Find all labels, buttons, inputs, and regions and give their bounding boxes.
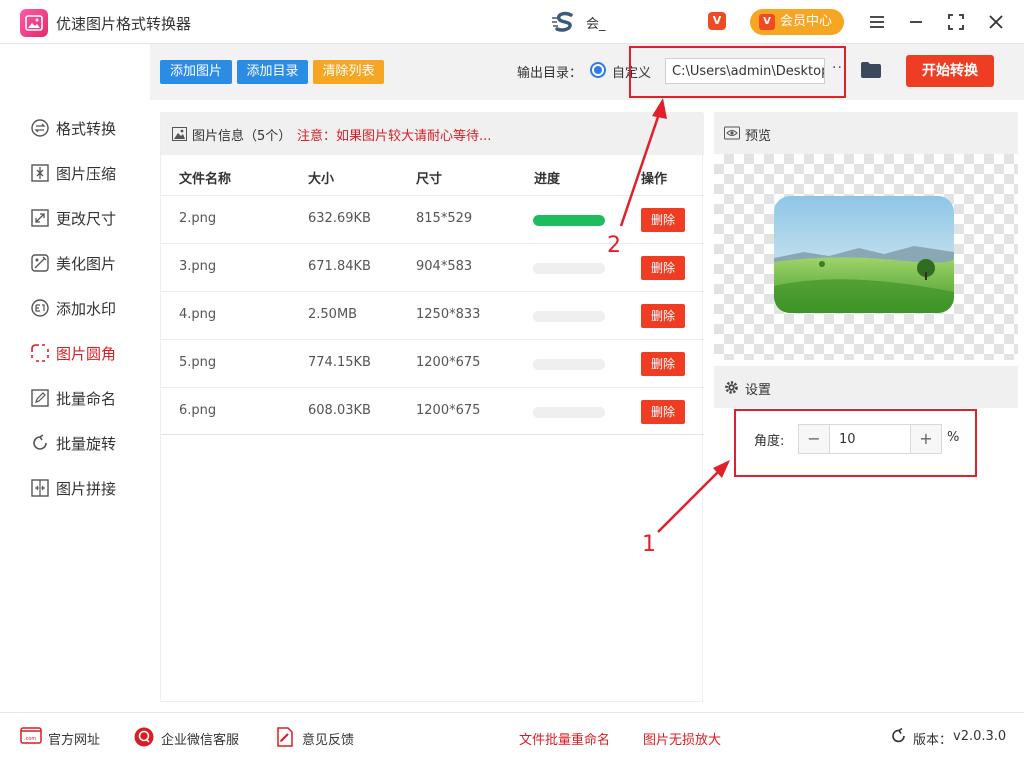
refresh-icon[interactable] <box>890 727 908 749</box>
feedback-link[interactable]: 意见反馈 <box>302 729 354 748</box>
annotation-number-2: 2 <box>607 233 621 258</box>
annotation-arrows <box>619 98 730 533</box>
website-icon: .com <box>20 727 42 749</box>
svg-text:.com: .com <box>24 736 36 742</box>
lossless-enlarge-link[interactable]: 图片无损放大 <box>643 729 721 748</box>
batch-rename-link[interactable]: 文件批量重命名 <box>519 729 610 748</box>
app-window: 优速图片格式转换器 会_ V V 会员中心 格式转换 图片压缩 更改尺寸 美化图… <box>0 0 1024 760</box>
footer: .com 官方网址 企业微信客服 意见反馈 文件批量重命名 图片无损放大 版本：… <box>0 712 1024 760</box>
annotation-number-1: 1 <box>642 532 656 557</box>
version-label: 版本： <box>913 733 953 748</box>
website-link[interactable]: 官方网址 <box>48 729 100 748</box>
version-number: v2.0.3.0 <box>953 729 1007 744</box>
wechat-service-link[interactable]: 企业微信客服 <box>161 729 239 748</box>
feedback-icon <box>276 727 294 751</box>
wechat-service-icon <box>133 727 155 751</box>
